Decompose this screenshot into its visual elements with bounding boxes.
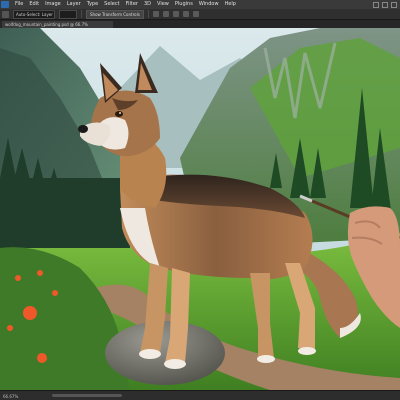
- auto-select-dropdown[interactable]: Auto-Select: Layer: [13, 9, 55, 19]
- window-controls: [373, 1, 400, 8]
- menu-file[interactable]: File: [12, 0, 26, 9]
- status-bar: 66.67%: [0, 390, 400, 400]
- menu-help[interactable]: Help: [222, 0, 239, 9]
- menu-edit[interactable]: Edit: [26, 0, 42, 9]
- menu-3d[interactable]: 3D: [141, 0, 154, 9]
- menu-view[interactable]: View: [154, 0, 172, 9]
- align-center-icon[interactable]: [162, 11, 169, 17]
- layer-select-dropdown[interactable]: [59, 9, 77, 19]
- menu-window[interactable]: Window: [196, 0, 222, 9]
- app-window: File Edit Image Layer Type Select Filter…: [0, 0, 400, 400]
- separator: [147, 10, 149, 18]
- document-canvas[interactable]: [0, 28, 400, 390]
- document-tab[interactable]: wolfdog_mountain_painting.psd @ 66.7%: [2, 21, 113, 28]
- align-left-icon[interactable]: [152, 11, 159, 17]
- painting-artwork: [0, 28, 400, 390]
- move-tool-icon[interactable]: [2, 10, 9, 18]
- horizontal-scrollbar[interactable]: [52, 394, 122, 397]
- menu-type[interactable]: Type: [84, 0, 101, 9]
- options-bar: Auto-Select: Layer Show Transform Contro…: [0, 9, 400, 20]
- menu-plugins[interactable]: Plugins: [172, 0, 196, 9]
- transform-controls-toggle[interactable]: Show Transform Controls: [86, 9, 144, 19]
- align-right-icon[interactable]: [172, 11, 179, 17]
- close-icon[interactable]: [391, 1, 397, 8]
- menu-select[interactable]: Select: [101, 0, 122, 9]
- menu-layer[interactable]: Layer: [64, 0, 84, 9]
- more-options-icon[interactable]: [192, 11, 199, 17]
- menu-bar: File Edit Image Layer Type Select Filter…: [0, 0, 400, 9]
- document-tab-bar: wolfdog_mountain_painting.psd @ 66.7%: [0, 21, 400, 28]
- app-logo-icon: [1, 1, 9, 8]
- menu-image[interactable]: Image: [42, 0, 64, 9]
- menu-filter[interactable]: Filter: [123, 0, 141, 9]
- rock: [105, 321, 225, 385]
- distribute-icon[interactable]: [182, 11, 189, 17]
- minimize-icon[interactable]: [373, 1, 379, 8]
- maximize-icon[interactable]: [382, 1, 388, 8]
- separator: [81, 10, 82, 18]
- zoom-level: 66.67%: [3, 393, 19, 399]
